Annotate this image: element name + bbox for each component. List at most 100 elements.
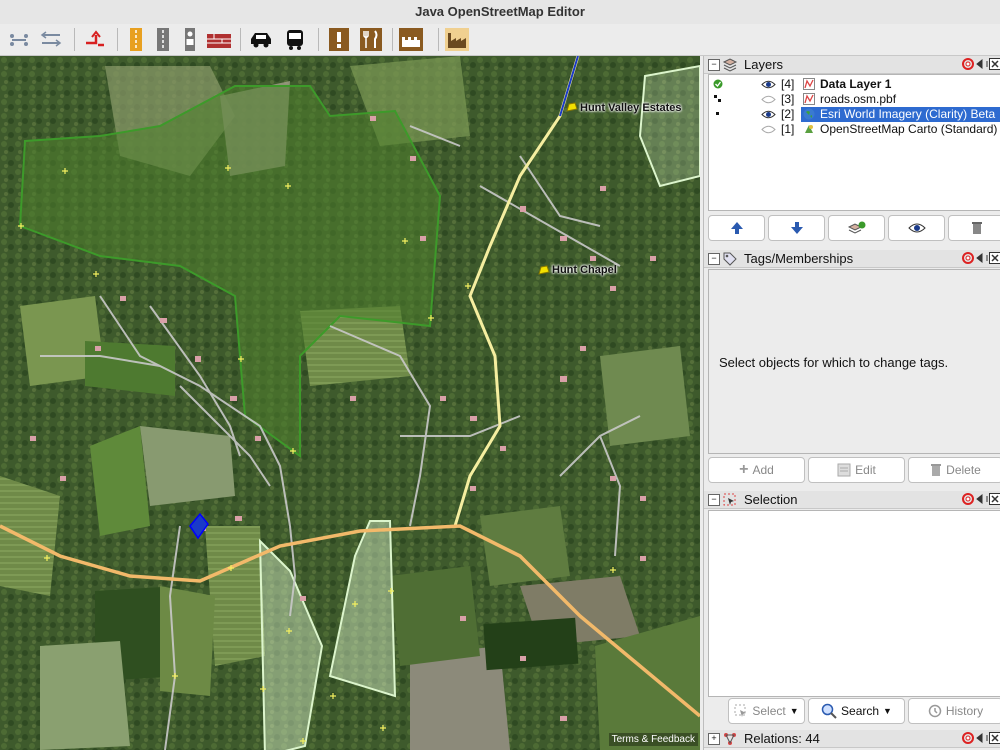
highway-preset-icon[interactable] [123, 27, 149, 52]
move-down-icon [790, 222, 803, 234]
help-icon[interactable] [962, 732, 974, 744]
map-label-hunt-valley-estates[interactable]: Hunt Valley Estates [580, 102, 682, 114]
search-button[interactable]: Search ▼ [808, 698, 905, 724]
restaurant-preset-icon[interactable] [358, 27, 384, 52]
layer-name[interactable]: Esri World Imagery (Clarity) Beta [820, 107, 995, 121]
search-icon [821, 703, 837, 719]
car-preset-icon[interactable] [248, 27, 274, 52]
minimize-icon[interactable]: − [708, 253, 720, 265]
panel-title: Relations: 44 [744, 731, 820, 746]
industrial-preset-icon[interactable] [444, 27, 470, 52]
railway-preset-icon[interactable] [150, 27, 176, 52]
move-up-icon [730, 222, 743, 234]
visibility-eye-icon[interactable] [761, 94, 776, 105]
selection-icon [723, 493, 736, 506]
delete-layer-icon [971, 222, 982, 234]
delete-tag-button[interactable]: Delete [908, 457, 1000, 483]
data-layer-icon [803, 93, 815, 105]
tags-empty-message: Select objects for which to change tags. [719, 355, 949, 370]
layer-button-row [708, 215, 1000, 241]
edit-icon [837, 463, 851, 477]
attribution-link[interactable]: Terms & Feedback [608, 733, 698, 746]
history-icon [928, 704, 942, 718]
layer-index: [4] [781, 77, 795, 91]
layer-row[interactable]: [3] roads.osm.pbf [709, 92, 1000, 107]
layer-row[interactable]: [4] Data Layer 1 [709, 77, 1000, 92]
detach-icon[interactable] [976, 493, 988, 505]
side-panels: − Layers [4] Data Layer 1 [3] roads.osm.… [703, 56, 1000, 750]
toggle-visibility-icon [907, 223, 926, 233]
layer-row[interactable]: [1] OpenStreetMap Carto (Standard) [709, 122, 1000, 137]
historic-preset-icon[interactable] [398, 27, 424, 52]
visibility-eye-icon[interactable] [761, 109, 776, 120]
layer-name: OpenStreetMap Carto (Standard) [820, 122, 998, 136]
minimize-icon[interactable]: − [708, 494, 720, 506]
edit-tag-button[interactable]: Edit [808, 457, 905, 483]
select-icon [734, 704, 747, 717]
tags-list[interactable]: Select objects for which to change tags. [708, 269, 1000, 454]
split-way-icon[interactable] [82, 27, 108, 52]
traffic-signal-preset-icon[interactable] [177, 27, 203, 52]
close-icon[interactable] [989, 493, 1000, 505]
layer-name[interactable]: roads.osm.pbf [820, 92, 896, 106]
layer-index: [1] [781, 122, 795, 136]
add-icon: + [739, 461, 749, 478]
window-title: Java OpenStreetMap Editor [0, 0, 1000, 25]
search-label: Search [841, 704, 880, 718]
layers-panel-header[interactable]: − Layers [704, 56, 1000, 74]
tags-button-row: + Add Edit Delete [708, 457, 1000, 483]
layer-name[interactable]: Data Layer 1 [820, 77, 891, 91]
place-marker-icon[interactable] [566, 102, 578, 112]
layer-index: [3] [781, 92, 795, 106]
detach-icon[interactable] [976, 732, 988, 744]
layer-row[interactable]: [2] Esri World Imagery (Clarity) Beta [709, 107, 1000, 122]
chevron-down-icon[interactable]: ▼ [790, 706, 799, 716]
move-up-button[interactable] [708, 215, 765, 241]
modified-layer-icon [714, 95, 721, 102]
tag-icon [723, 252, 737, 266]
select-label: Select [752, 704, 786, 718]
toggle-visibility-button[interactable] [888, 215, 945, 241]
select-node-icon[interactable] [6, 27, 32, 52]
emergency-preset-icon[interactable] [326, 27, 352, 52]
layers-icon [722, 58, 738, 72]
barrier-preset-icon[interactable] [205, 27, 231, 52]
edit-label: Edit [855, 463, 876, 477]
minimize-icon[interactable]: − [708, 59, 720, 71]
selection-panel-header[interactable]: − Selection [704, 491, 1000, 509]
close-icon[interactable] [989, 732, 1000, 744]
select-button[interactable]: Select ▼ [728, 698, 805, 724]
map-label-hunt-chapel[interactable]: Hunt Chapel [552, 264, 617, 276]
panel-title: Tags/Memberships [744, 251, 854, 266]
map-view[interactable]: Hunt Valley Estates Hunt Chapel Terms & … [0, 56, 700, 750]
place-marker-icon[interactable] [538, 265, 550, 275]
active-layer-icon [713, 79, 723, 89]
bus-preset-icon[interactable] [282, 27, 308, 52]
move-down-button[interactable] [768, 215, 825, 241]
help-icon[interactable] [962, 252, 974, 264]
delete-label: Delete [946, 463, 981, 477]
activate-layer-button[interactable] [828, 215, 885, 241]
tags-panel-header[interactable]: − Tags/Memberships [704, 250, 1000, 268]
imagery-icon [805, 125, 813, 133]
relations-panel-header[interactable]: + Relations: 44 [704, 730, 1000, 748]
close-icon[interactable] [989, 252, 1000, 264]
expand-icon[interactable]: + [708, 733, 720, 745]
history-label: History [945, 704, 984, 718]
layer-list[interactable]: [4] Data Layer 1 [3] roads.osm.pbf [2] E… [708, 74, 1000, 211]
help-icon[interactable] [962, 493, 974, 505]
delete-layer-button[interactable] [948, 215, 1000, 241]
visibility-eye-icon[interactable] [761, 79, 776, 90]
close-icon[interactable] [989, 58, 1000, 70]
help-icon[interactable] [962, 58, 974, 70]
aerial-imagery [0, 56, 700, 750]
history-button[interactable]: History [908, 698, 1000, 724]
chevron-down-icon[interactable]: ▼ [883, 706, 892, 716]
selection-list[interactable] [708, 510, 1000, 697]
detach-icon[interactable] [976, 252, 988, 264]
relation-icon [724, 733, 736, 745]
visibility-eye-icon[interactable] [761, 124, 776, 135]
add-tag-button[interactable]: + Add [708, 457, 805, 483]
align-icon[interactable] [38, 27, 64, 52]
detach-icon[interactable] [976, 58, 988, 70]
